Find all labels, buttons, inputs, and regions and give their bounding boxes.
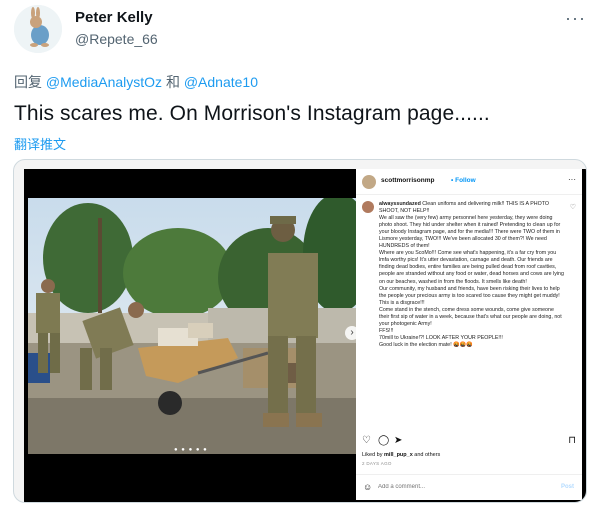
commenter-avatar[interactable] [362,201,374,213]
comment-text: Our community, my husband and friends, h… [379,285,560,299]
liked-by-suffix: and others [414,452,441,458]
comment-text: Come stand in the stench, come dress som… [379,306,562,327]
comment-text: Good luck in the election mate! 🤬🤬🤬 [379,341,473,348]
follow-label: Follow [455,177,476,184]
heart-icon[interactable]: ♡ [362,435,371,446]
instagram-username[interactable]: scottmorrisonmp [381,177,434,184]
follow-button[interactable]: • Follow [451,177,476,184]
rabbit-avatar-icon [14,5,62,53]
liked-by: Liked by mill_pup_x and others [362,452,440,458]
instagram-panel: scottmorrisonmp • Follow ··· ♡ alwayssun… [356,169,582,500]
avatar[interactable] [14,5,62,53]
mention-link[interactable]: @Adnate10 [184,74,258,90]
add-comment-bar: ☺ Post [356,474,582,500]
comment-icon[interactable]: ◯ [378,435,389,446]
bookmark-icon[interactable]: ⊓ [568,435,576,446]
comment-text: Where are you ScoMo!!! Come see what's h… [379,250,564,285]
author-name[interactable]: Peter Kelly [75,9,153,26]
tweet-media[interactable]: › ● ● ● ● ● scottmorrisonmp • Follow ···… [13,159,587,503]
heart-icon[interactable]: ♡ [570,203,576,211]
comment-text: This is a disgrace!!! [379,299,425,306]
reply-joiner: 和 [165,74,180,90]
instagram-avatar[interactable] [362,175,376,189]
liked-by-user[interactable]: mill_pup_x [384,452,413,458]
post-timestamp: 2 DAYS AGO [362,461,392,466]
comment-text: We all saw the (very few) army personnel… [379,215,561,250]
soldiers-wheelbarrow-photo [28,198,356,454]
comment-text: FFS!!! [379,327,394,334]
post-button[interactable]: Post [561,484,574,490]
add-comment-input[interactable] [378,484,528,490]
carousel-dots: ● ● ● ● ● [174,447,208,453]
post-actions: ♡ ◯ ➤ ⊓ [362,435,576,447]
follow-separator: • [451,177,454,184]
reply-context: 回复 @MediaAnalystOz 和 @Adnate10 [14,72,258,92]
comment-body: alwayssundazed Clean unifoms and deliver… [379,201,565,349]
commenter-username[interactable]: alwayssundazed [379,201,421,207]
ellipsis-icon[interactable]: ··· [565,8,586,29]
emoji-icon[interactable]: ☺ [363,482,372,492]
comment-text: 70mill to Ukraine!?! LOOK AFTER YOUR PEO… [379,334,503,341]
instagram-photo[interactable] [28,198,356,454]
tweet-text: This scares me. On Morrison's Instagram … [14,102,490,125]
ellipsis-icon[interactable]: ··· [568,175,576,184]
liked-by-prefix: Liked by [362,452,383,458]
author-handle[interactable]: @Repete_66 [75,31,158,47]
translate-tweet-link[interactable]: 翻译推文 [14,134,66,153]
reply-prefix: 回复 [14,74,42,90]
instagram-post-header: scottmorrisonmp • Follow ··· [356,169,582,195]
mention-link[interactable]: @MediaAnalystOz [46,74,162,90]
share-icon[interactable]: ➤ [394,435,402,446]
